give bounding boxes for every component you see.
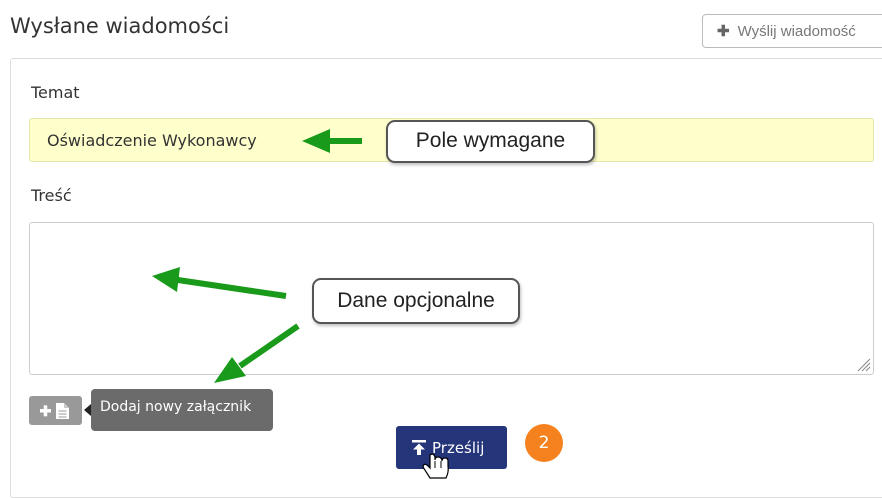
arrow-icon — [302, 129, 362, 153]
arrow-icon — [152, 267, 287, 299]
arrow-icon — [214, 323, 300, 383]
hand-cursor-icon — [422, 453, 449, 479]
annotation-overlay — [152, 129, 449, 479]
